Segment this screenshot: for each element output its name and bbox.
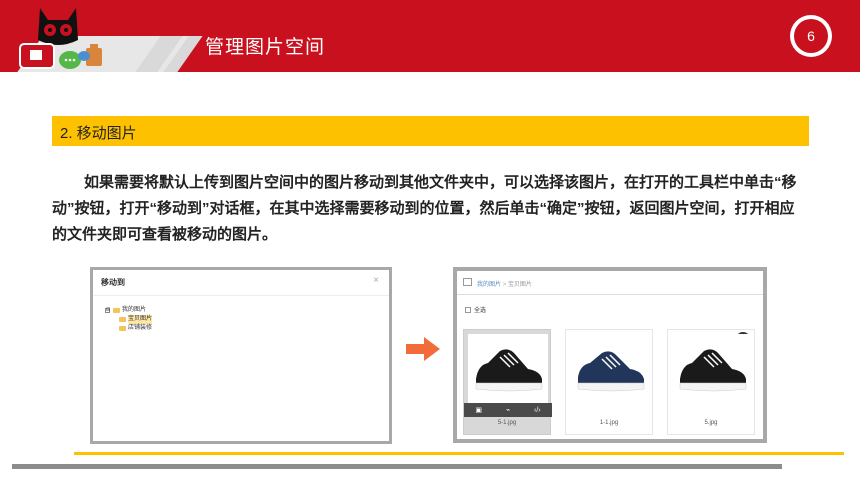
move-to-dialog-screenshot: 移动到 × ⊟ 我的图片 宝贝图片 店铺装修 (90, 267, 392, 444)
code-icon[interactable]: ‹/› (523, 403, 552, 417)
tree-item-label: 我的图片 (122, 307, 147, 313)
image-card-1[interactable]: ▣ ⌁ ‹/› 5-1.jpg (463, 329, 552, 435)
body-paragraph: 如果需要将默认上传到图片空间中的图片移动到其他文件夹中，可以选择该图片，在打开的… (52, 174, 797, 243)
link-icon[interactable]: ⌁ (493, 403, 522, 417)
collapse-icon[interactable]: ⊟ (105, 308, 110, 313)
section-heading: 2. 移动图片 (60, 125, 137, 142)
dialog-title: 移动到 (101, 278, 125, 287)
page-number: 6 (794, 19, 828, 53)
image-card-3[interactable]: 引 5.jpg (667, 329, 755, 435)
slide: 管理图片空间 6 2. 移动图片 如果需要将默认上传到图片空间中的图片移动到其他… (0, 0, 860, 484)
dialog-header: 移动到 × (93, 270, 389, 296)
folder-icon (113, 308, 120, 313)
folder-icon (119, 317, 126, 322)
breadcrumb-current: 宝贝图片 (507, 282, 532, 288)
image-filename: 1-1.jpg (599, 420, 619, 426)
image-space-panel: 我的图片 > 宝贝图片 全选 ▣ ⌁ ‹/› 5-1.jpg 1-1.jpg 5… (457, 271, 763, 439)
black-sneaker-image (475, 349, 543, 392)
tree-item-baobei[interactable]: 宝贝图片 (105, 315, 153, 324)
right-arrow-icon (406, 337, 440, 361)
image-icon[interactable]: ▣ (464, 403, 493, 417)
tmall-cat-logo (19, 8, 102, 69)
shoe-thumbnail[interactable] (468, 334, 548, 404)
folder-tree: ⊟ 我的图片 宝贝图片 店铺装修 (105, 306, 153, 333)
close-icon[interactable]: × (373, 275, 379, 286)
shoe-thumbnail[interactable] (672, 334, 752, 404)
breadcrumb-separator: > (502, 282, 507, 288)
select-all[interactable]: 全选 (465, 305, 486, 314)
page-number-badge: 6 (790, 15, 832, 57)
tree-item-dianpu[interactable]: 店铺装修 (105, 324, 152, 333)
folder-icon (119, 326, 126, 331)
image-toolbar: ▣ ⌁ ‹/› (464, 403, 552, 417)
image-card-2[interactable]: 1-1.jpg (565, 329, 653, 435)
image-filename: 5.jpg (704, 420, 718, 426)
image-icon (463, 278, 472, 286)
breadcrumb-root[interactable]: 我的图片 (477, 282, 501, 288)
section-heading-bar: 2. 移动图片 (52, 116, 809, 146)
breadcrumb: 我的图片 > 宝贝图片 (477, 279, 532, 288)
tree-item-label: 店铺装修 (128, 325, 153, 331)
shoe-thumbnail[interactable] (570, 334, 650, 404)
navy-sneaker-image (577, 351, 645, 392)
bottom-accent-line (74, 452, 844, 455)
select-all-label: 全选 (474, 308, 487, 314)
tree-item-label: 宝贝图片 (128, 315, 153, 324)
image-space-screenshot: 我的图片 > 宝贝图片 全选 ▣ ⌁ ‹/› 5-1.jpg 1-1.jpg 5… (453, 267, 767, 443)
gallery-header: 我的图片 > 宝贝图片 (457, 271, 763, 295)
bottom-divider (12, 464, 782, 469)
tree-item-root[interactable]: ⊟ 我的图片 (105, 306, 152, 315)
move-to-dialog: 移动到 × ⊟ 我的图片 宝贝图片 店铺装修 (93, 270, 389, 441)
black-sneaker-image (679, 349, 747, 392)
select-all-checkbox[interactable] (465, 306, 471, 313)
image-filename: 5-1.jpg (497, 420, 517, 426)
page-title: 管理图片空间 (205, 37, 326, 58)
